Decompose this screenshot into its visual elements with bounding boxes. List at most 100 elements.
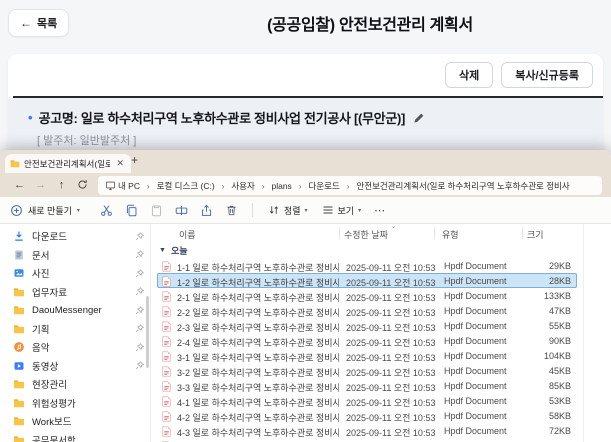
copy-new-register-button[interactable]: 복사/신규등록 bbox=[501, 62, 593, 88]
file-date: 2025-09-11 오전 10:53 bbox=[346, 411, 435, 424]
group-header-today[interactable]: ▼ 오늘 bbox=[159, 242, 188, 258]
column-size[interactable]: 크기 bbox=[527, 228, 544, 241]
picture-icon bbox=[13, 267, 25, 279]
column-separator[interactable] bbox=[339, 227, 340, 239]
sidebar-item-Work보드[interactable]: Work보드 bbox=[0, 412, 150, 431]
sidebar-item-사진[interactable]: 사진 bbox=[0, 264, 150, 283]
file-date: 2025-09-11 오전 10:53 bbox=[346, 321, 435, 334]
sidebar-item-현장관리[interactable]: 현장관리 bbox=[0, 375, 150, 394]
sidebar-item-위험성평가[interactable]: 위험성평가 bbox=[0, 394, 150, 413]
paste-icon[interactable] bbox=[144, 201, 169, 219]
file-row[interactable]: 4-3 일로 하수처리구역 노후하수관로 정비사업 전기...2025-09-1… bbox=[157, 423, 577, 438]
edit-pencil-icon[interactable] bbox=[413, 112, 425, 124]
sidebar-item-음악[interactable]: 음악 bbox=[0, 338, 150, 357]
toolbar-icon-group bbox=[94, 201, 244, 219]
file-row[interactable]: 3-2 일로 하수처리구역 노후하수관로 정비사업 전기...2025-09-1… bbox=[157, 363, 577, 378]
sidebar-item-DaouMessenger[interactable]: DaouMessenger bbox=[0, 301, 150, 320]
breadcrumb-item[interactable]: 안전보건관리계획서(일로 하수처리구역 노후하수관로 정비사 bbox=[356, 181, 569, 191]
view-button[interactable]: 보기 ▾ bbox=[322, 204, 362, 217]
breadcrumb-item[interactable]: 사용자 bbox=[231, 181, 254, 191]
toolbar-separator bbox=[252, 203, 253, 217]
folder-icon bbox=[13, 305, 25, 315]
breadcrumb-item[interactable]: 로컬 디스크 (C:) bbox=[157, 181, 215, 191]
file-name: 3-3 일로 하수처리구역 노후하수관로 정비사업 전기... bbox=[177, 381, 339, 394]
screen: ← 목록 (공공입찰) 안전보건관리 계획서 삭제 복사/신규등록 • 공고명:… bbox=[0, 0, 611, 442]
back-to-list-button[interactable]: ← 목록 bbox=[8, 9, 69, 37]
nav-up-icon[interactable]: ↑ bbox=[51, 179, 72, 191]
column-type[interactable]: 유형 bbox=[442, 228, 459, 241]
column-date-modified[interactable]: 수정한 날짜 bbox=[344, 228, 388, 241]
column-name[interactable]: 이름 bbox=[179, 228, 196, 241]
more-options-icon[interactable]: ⋯ bbox=[374, 204, 386, 217]
share-icon[interactable] bbox=[194, 201, 219, 219]
file-row[interactable]: 1-2 일로 하수처리구역 노후하수관로 정비사업 전기...2025-09-1… bbox=[157, 273, 577, 288]
tab-close-icon[interactable]: ✕ bbox=[114, 158, 126, 169]
file-row[interactable]: 4-2 일로 하수처리구역 노후하수관로 정비사업 전기...2025-09-1… bbox=[157, 408, 577, 423]
file-row[interactable]: 2-2 일로 하수처리구역 노후하수관로 정비사업 전기...2025-09-1… bbox=[157, 303, 577, 318]
file-size: 28KB bbox=[549, 276, 571, 286]
file-row[interactable]: 2-3 일로 하수처리구역 노후하수관로 정비사업 전기...2025-09-1… bbox=[157, 318, 577, 333]
new-tab-icon[interactable]: + bbox=[131, 153, 138, 167]
column-separator[interactable] bbox=[522, 227, 523, 239]
sidebar-item-업무자료[interactable]: 업무자료 bbox=[0, 283, 150, 302]
file-size: 45KB bbox=[549, 366, 571, 376]
delete-icon[interactable] bbox=[219, 201, 244, 219]
this-pc-icon bbox=[105, 180, 116, 191]
sidebar-scrollbar[interactable] bbox=[146, 296, 149, 368]
file-row[interactable]: 3-1 일로 하수처리구역 노후하수관로 정비사업 전기...2025-09-1… bbox=[157, 348, 577, 363]
cut-icon[interactable] bbox=[94, 201, 119, 219]
pin-icon bbox=[135, 287, 144, 296]
column-separator[interactable] bbox=[434, 227, 435, 239]
file-row[interactable]: 3-3 일로 하수처리구역 노후하수관로 정비사업 전기...2025-09-1… bbox=[157, 378, 577, 393]
sidebar-item-공무문서함[interactable]: 공무문서함 bbox=[0, 431, 150, 442]
sidebar-item-label: 위험성평가 bbox=[32, 396, 76, 410]
breadcrumb-item[interactable]: plans bbox=[271, 181, 291, 191]
chevron-down-icon: ▾ bbox=[77, 207, 80, 214]
file-date: 2025-09-11 오전 10:53 bbox=[346, 261, 435, 274]
copy-icon[interactable] bbox=[119, 201, 144, 219]
file-row[interactable]: 1-1 일로 하수처리구역 노후하수관로 정비사업 전기...2025-09-1… bbox=[157, 258, 577, 273]
file-name: 4-3 일로 하수처리구역 노후하수관로 정비사업 전기... bbox=[177, 426, 339, 439]
pin-icon bbox=[135, 324, 144, 333]
breadcrumb-item[interactable]: 내 PC bbox=[118, 181, 140, 191]
folder-icon bbox=[10, 155, 20, 173]
delete-button[interactable]: 삭제 bbox=[445, 62, 493, 88]
card-actions: 삭제 복사/신규등록 bbox=[445, 62, 593, 88]
breadcrumb-separator-icon: › bbox=[255, 182, 272, 191]
explorer-tab[interactable]: 안전보건관리계획서(일로 하수 ✕ bbox=[5, 154, 131, 173]
sidebar-item-label: 현장관리 bbox=[32, 377, 67, 391]
nav-back-icon[interactable]: ← bbox=[9, 179, 30, 191]
file-name: 4-1 일로 하수처리구역 노후하수관로 정비사업 전기... bbox=[177, 396, 339, 409]
nav-refresh-icon[interactable] bbox=[72, 179, 93, 191]
new-item-button[interactable]: 새로 만들기 ▾ bbox=[10, 204, 80, 217]
breadcrumb-separator-icon: › bbox=[340, 182, 357, 191]
sort-button[interactable]: 정렬 ▾ bbox=[268, 204, 308, 217]
address-bar[interactable]: 내 PC›로컬 디스크 (C:)›사용자›plans›다운로드›안전보건관리계획… bbox=[98, 176, 602, 195]
pin-icon bbox=[135, 250, 144, 259]
sidebar-item-label: 다운로드 bbox=[32, 229, 67, 243]
sidebar-item-다운로드[interactable]: 다운로드 bbox=[0, 227, 150, 246]
sidebar-item-동영상[interactable]: 동영상 bbox=[0, 357, 150, 376]
folder-icon bbox=[13, 416, 25, 426]
group-label: 오늘 bbox=[171, 244, 188, 257]
file-row[interactable]: 2-1 일로 하수처리구역 노후하수관로 정비사업 전기...2025-09-1… bbox=[157, 288, 577, 303]
file-list: 이름 수정한 날짜 ⌄ 유형 크기 ▼ 오늘 1-1 일로 하수처리구역 노후하… bbox=[151, 224, 611, 442]
sidebar-item-기획[interactable]: 기획 bbox=[0, 320, 150, 339]
file-date: 2025-09-11 오전 10:53 bbox=[346, 366, 435, 379]
explorer-toolbar: 새로 만들기 ▾ 정렬 ▾ 보기 ▾ ⋯ bbox=[0, 197, 611, 224]
breadcrumb: 내 PC›로컬 디스크 (C:)›사용자›plans›다운로드›안전보건관리계획… bbox=[118, 176, 570, 194]
sort-label: 정렬 bbox=[284, 204, 301, 217]
folder-icon bbox=[13, 379, 25, 389]
file-type: Hpdf Document bbox=[444, 321, 507, 331]
chevron-down-icon: ▾ bbox=[358, 207, 361, 214]
file-row[interactable]: 4-4 일로 하수처리구역 노후하수관로 정비사업 전기...2025-09-1… bbox=[157, 438, 577, 442]
document-icon bbox=[13, 249, 25, 261]
rename-icon[interactable] bbox=[169, 201, 194, 219]
sidebar-item-문서[interactable]: 문서 bbox=[0, 246, 150, 265]
breadcrumb-item[interactable]: 다운로드 bbox=[308, 181, 339, 191]
file-row[interactable]: 4-1 일로 하수처리구역 노후하수관로 정비사업 전기...2025-09-1… bbox=[157, 393, 577, 408]
file-name: 2-1 일로 하수처리구역 노후하수관로 정비사업 전기... bbox=[177, 291, 339, 304]
nav-forward-icon[interactable]: → bbox=[30, 179, 51, 191]
file-row[interactable]: 2-4 일로 하수처리구역 노후하수관로 정비사업 전기...2025-09-1… bbox=[157, 333, 577, 348]
video-icon bbox=[13, 360, 25, 372]
